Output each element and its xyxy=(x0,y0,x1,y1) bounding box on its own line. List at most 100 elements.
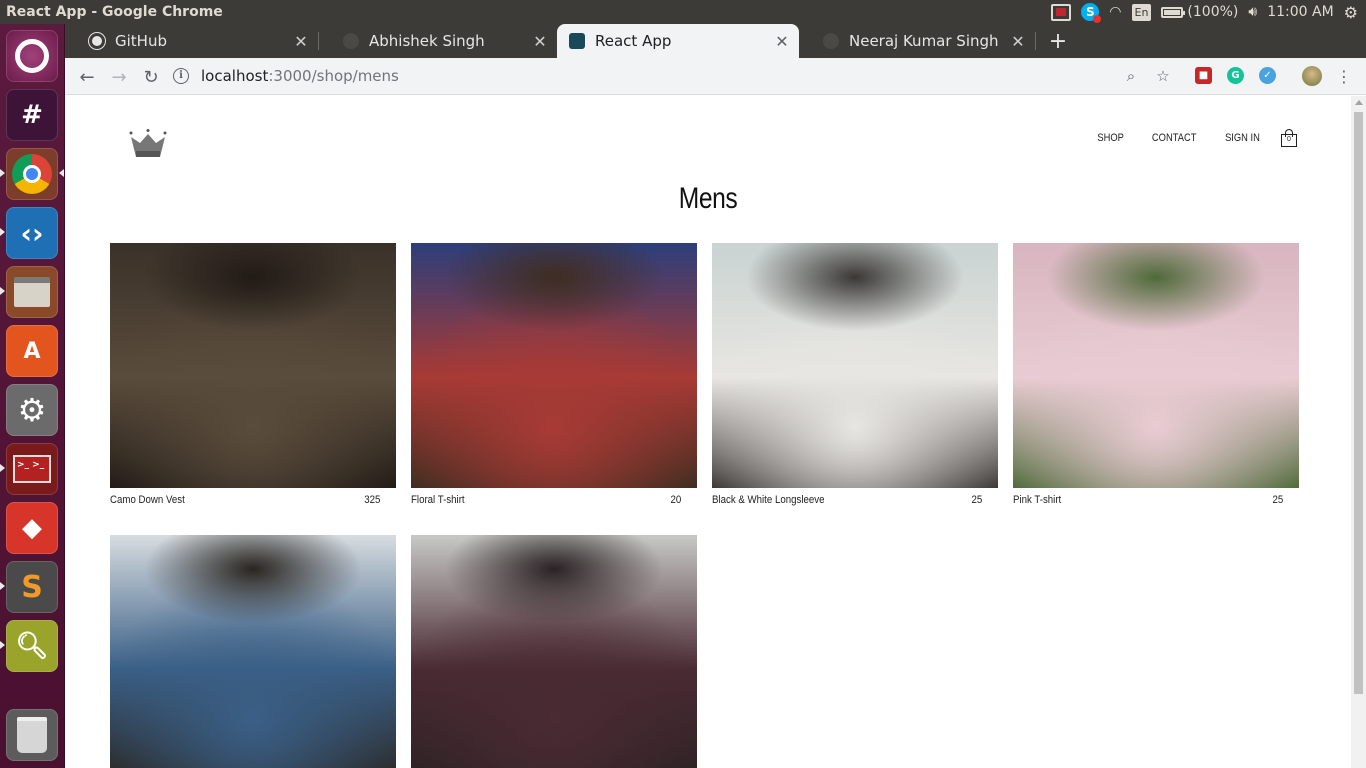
product-price: 20 xyxy=(670,494,681,506)
tab-label: GitHub xyxy=(115,32,167,50)
files-icon[interactable] xyxy=(6,266,58,318)
product-name: Floral T-shirt xyxy=(411,494,465,506)
back-arrow-icon[interactable]: ← xyxy=(73,63,101,91)
close-tab-icon[interactable]: ✕ xyxy=(771,32,793,51)
url-text[interactable]: localhost:3000/shop/mens xyxy=(201,67,399,85)
settings-gear-icon[interactable]: ⚙ xyxy=(1344,3,1358,22)
nav-sign-in-link[interactable]: SIGN IN xyxy=(1225,132,1260,144)
tab-neeraj-kumar-singh[interactable]: Neeraj Kumar Singh ✕ xyxy=(799,24,1035,58)
search-tool-icon[interactable]: 🔍︎ xyxy=(6,620,58,672)
tab-abhishek-singh[interactable]: Abhishek Singh ✕ xyxy=(319,24,557,58)
battery-percent: (100%) xyxy=(1187,4,1239,20)
software-center-icon[interactable]: A xyxy=(6,325,58,377)
reload-icon[interactable]: ↻ xyxy=(137,63,165,91)
site-header: SHOP CONTACT SIGN IN 0 xyxy=(110,96,1299,176)
running-indicator xyxy=(0,464,5,472)
menu-kebab-icon[interactable]: ⋮ xyxy=(1335,67,1353,86)
product-image[interactable] xyxy=(712,243,998,488)
product-image[interactable] xyxy=(411,535,697,768)
tab-label: React App xyxy=(595,32,672,50)
skype-icon[interactable]: S xyxy=(1081,3,1102,23)
github-icon xyxy=(89,33,105,49)
browser-toolbar: ← → ↻ i localhost:3000/shop/mens ⌕ ☆ ■ G… xyxy=(65,58,1366,95)
product-footer: Floral T-shirt 20 xyxy=(411,494,681,510)
new-tab-plus-icon[interactable]: + xyxy=(1046,24,1070,58)
react-icon xyxy=(569,33,585,49)
slack-icon[interactable]: # xyxy=(6,89,58,141)
trash-icon[interactable] xyxy=(6,709,58,761)
product-footer: Pink T-shirt 25 xyxy=(1013,494,1283,510)
github-icon xyxy=(823,33,839,49)
forward-arrow-icon[interactable]: → xyxy=(105,63,133,91)
window-title: React App - Google Chrome xyxy=(6,4,223,20)
scroll-up-arrow-icon[interactable] xyxy=(1355,100,1363,105)
ubuntu-launcher: # ‹› A ⚙ >_ >_ ◆ S 🔍︎ xyxy=(0,24,65,768)
product-image[interactable] xyxy=(110,243,396,488)
terminal-icon[interactable]: >_ >_ xyxy=(6,443,58,495)
clock[interactable]: 11:00 AM xyxy=(1267,3,1333,21)
sublime-text-icon[interactable]: S xyxy=(6,561,58,613)
profile-avatar[interactable] xyxy=(1302,66,1322,86)
shopping-bag-icon[interactable]: 0 xyxy=(1281,129,1297,147)
system-settings-icon[interactable]: ⚙ xyxy=(6,384,58,436)
battery-icon xyxy=(1161,6,1186,18)
volume-icon[interactable]: 🔊︎ xyxy=(1248,3,1257,21)
url-host: localhost xyxy=(201,67,269,85)
product-card[interactable]: Floral T-shirt 20 xyxy=(411,243,697,506)
ubuntu-dash-icon[interactable] xyxy=(6,30,58,82)
running-indicator xyxy=(0,582,5,590)
product-image[interactable] xyxy=(110,535,396,768)
record-indicator-icon[interactable] xyxy=(1051,3,1072,21)
tab-react-app[interactable]: React App ✕ xyxy=(557,24,799,58)
page-title: Mens xyxy=(678,182,738,215)
running-indicator xyxy=(0,228,5,236)
wifi-icon[interactable]: ◠ xyxy=(1109,3,1121,21)
product-name: Pink T-shirt xyxy=(1013,494,1062,506)
bookmark-star-icon[interactable]: ☆ xyxy=(1154,67,1172,85)
site-nav: SHOP CONTACT SIGN IN 0 xyxy=(1073,129,1297,147)
product-card[interactable] xyxy=(110,535,396,768)
product-card[interactable]: Black & White Longsleeve 25 xyxy=(712,243,998,506)
keyboard-language[interactable]: En xyxy=(1131,3,1152,21)
product-card[interactable] xyxy=(411,535,697,768)
tab-label: Abhishek Singh xyxy=(369,32,485,50)
nav-contact-link[interactable]: CONTACT xyxy=(1152,132,1197,144)
close-tab-icon[interactable]: ✕ xyxy=(1007,32,1029,51)
product-footer: Camo Down Vest 325 xyxy=(110,494,380,510)
cart-count: 0 xyxy=(1287,136,1291,143)
focused-indicator xyxy=(59,169,64,177)
zoom-icon[interactable]: ⌕ xyxy=(1122,67,1140,85)
product-name: Camo Down Vest xyxy=(110,494,185,506)
page-viewport: SHOP CONTACT SIGN IN 0 Mens Camo Down Ve… xyxy=(65,96,1351,768)
battery-indicator[interactable]: (100%) xyxy=(1161,3,1238,21)
vscode-icon[interactable]: ‹› xyxy=(6,207,58,259)
grammarly-icon[interactable]: G xyxy=(1227,67,1244,84)
scroll-thumb[interactable] xyxy=(1354,112,1363,694)
product-price: 325 xyxy=(363,494,380,506)
product-card[interactable]: Pink T-shirt 25 xyxy=(1013,243,1299,506)
nav-shop-link[interactable]: SHOP xyxy=(1097,132,1124,144)
product-image[interactable] xyxy=(1013,243,1299,488)
extension-blue-icon[interactable]: ✓ xyxy=(1259,67,1276,84)
extension-red-icon[interactable]: ■ xyxy=(1195,67,1212,84)
running-indicator xyxy=(0,169,5,177)
product-card[interactable]: Camo Down Vest 325 xyxy=(110,243,396,506)
chrome-icon[interactable] xyxy=(6,148,58,200)
site-info-icon[interactable]: i xyxy=(173,68,189,84)
browser-tabstrip: GitHub ✕ Abhishek Singh ✕ React App ✕ Ne… xyxy=(65,24,1366,58)
tab-label: Neeraj Kumar Singh xyxy=(849,32,999,50)
anydesk-icon[interactable]: ◆ xyxy=(6,502,58,554)
product-footer: Black & White Longsleeve 25 xyxy=(712,494,982,510)
url-path: :3000/shop/mens xyxy=(268,67,399,85)
product-name: Black & White Longsleeve xyxy=(712,494,825,506)
close-tab-icon[interactable]: ✕ xyxy=(529,32,551,51)
address-bar[interactable]: i localhost:3000/shop/mens xyxy=(173,61,1183,91)
close-tab-icon[interactable]: ✕ xyxy=(290,32,312,51)
running-indicator xyxy=(0,287,5,295)
page-scrollbar[interactable] xyxy=(1351,96,1366,768)
tab-github[interactable]: GitHub ✕ xyxy=(65,24,318,58)
product-price: 25 xyxy=(971,494,982,506)
crown-logo-icon[interactable] xyxy=(128,129,168,161)
product-price: 25 xyxy=(1272,494,1283,506)
product-image[interactable] xyxy=(411,243,697,488)
